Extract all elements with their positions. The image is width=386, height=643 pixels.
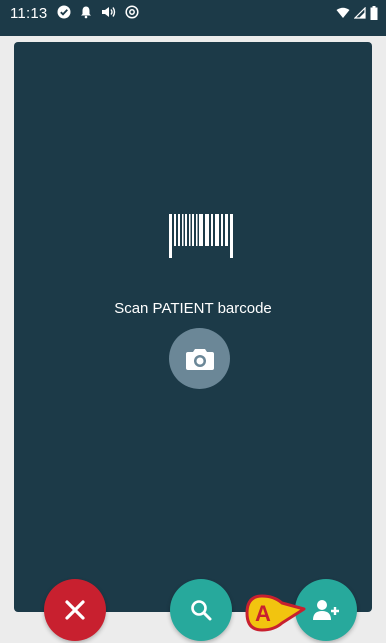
scanner-panel: Scan PATIENT barcode <box>14 42 372 612</box>
at-icon <box>125 5 139 19</box>
check-circle-icon <box>57 5 71 19</box>
callout-label: A <box>255 601 271 626</box>
camera-button[interactable] <box>169 328 230 389</box>
close-icon <box>65 600 85 620</box>
signal-icon <box>354 7 366 19</box>
camera-icon <box>185 348 214 370</box>
search-button[interactable] <box>170 579 232 641</box>
annotation-callout: A <box>244 593 316 633</box>
barcode-icon <box>169 214 233 258</box>
callout-pointer-icon: A <box>245 594 306 632</box>
status-time: 11:13 <box>10 5 48 22</box>
add-user-icon <box>313 600 339 620</box>
system-icons <box>336 6 378 20</box>
bell-icon <box>81 6 91 19</box>
search-icon <box>191 600 212 621</box>
battery-icon <box>370 6 378 20</box>
scan-prompt: Scan PATIENT barcode <box>114 300 272 317</box>
sound-icon <box>102 7 116 17</box>
app-screen: 11:13 Scan PATIENT barcode A <box>0 0 386 643</box>
notification-icons <box>57 5 139 19</box>
status-bar: 11:13 <box>0 0 386 36</box>
close-button[interactable] <box>44 579 106 641</box>
wifi-icon <box>336 7 350 18</box>
